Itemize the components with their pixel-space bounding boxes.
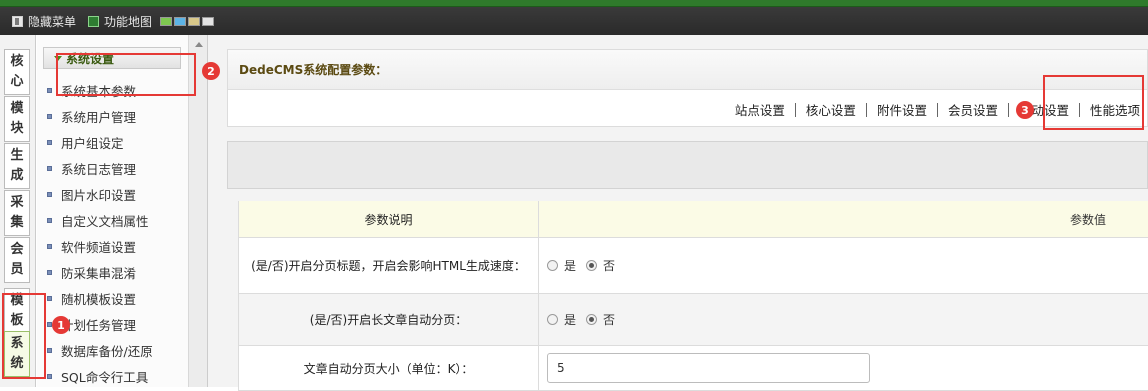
radio-yes-label: 是	[564, 259, 577, 273]
menu-item-anti-collect[interactable]: 防采集串混淆	[47, 259, 153, 285]
radio-no-label: 否	[603, 313, 616, 327]
param-description: (是/否)开启长文章自动分页：	[239, 294, 539, 345]
top-toolbar: 隐藏菜单 功能地图	[0, 7, 1148, 35]
function-map-button[interactable]: 功能地图	[88, 13, 152, 30]
vtab-generate[interactable]: 生成	[4, 143, 30, 189]
radio-no[interactable]	[586, 260, 598, 271]
theme-swatch-gray[interactable]	[202, 16, 215, 26]
bullet-icon	[47, 373, 52, 379]
highlight-box-system-tab	[2, 293, 46, 379]
menu-item-watermark[interactable]: 图片水印设置	[47, 181, 153, 207]
menu-item-channels[interactable]: 软件频道设置	[47, 233, 153, 259]
menu-item-label: 计划任务管理	[61, 317, 137, 333]
function-map-label: 功能地图	[104, 14, 153, 29]
menu-list: 系统基本参数 系统用户管理 用户组设定 系统日志管理 图片水印设置 自定义文档属…	[47, 77, 153, 389]
theme-swatch-tan[interactable]	[188, 16, 201, 26]
page-size-input[interactable]: 5	[547, 353, 870, 383]
vtab-module-char2: 块	[10, 121, 24, 136]
bullet-icon	[47, 347, 52, 353]
tab-attachment-settings[interactable]: 附件设置	[867, 100, 937, 119]
theme-swatches	[160, 16, 215, 26]
hide-menu-label: 隐藏菜单	[28, 14, 77, 29]
vtab-core-char2: 心	[10, 74, 24, 89]
bullet-icon	[47, 87, 52, 93]
menu-item-label: 图片水印设置	[61, 187, 137, 203]
menu-item-label: 用户组设定	[61, 135, 124, 151]
annotation-badge-2: 2	[202, 62, 220, 80]
bullet-icon	[47, 295, 52, 301]
radio-yes-label: 是	[564, 313, 577, 327]
bullet-icon	[47, 113, 52, 119]
radio-no[interactable]	[586, 314, 598, 325]
bullet-icon	[47, 191, 52, 197]
vtab-module[interactable]: 模块	[4, 96, 30, 142]
scroll-up-icon[interactable]	[195, 42, 203, 47]
param-description: 文章自动分页大小（单位：K）：	[239, 346, 539, 390]
menu-item-label: 防采集串混淆	[61, 265, 137, 281]
theme-swatch-green[interactable]	[160, 16, 173, 26]
bullet-icon	[47, 165, 52, 171]
bullet-icon	[47, 217, 52, 223]
menu-item-label: 系统用户管理	[61, 109, 137, 125]
param-value: 是 否	[539, 294, 1148, 345]
menu-item-doc-attrs[interactable]: 自定义文档属性	[47, 207, 153, 233]
menu-item-sql-tool[interactable]: SQL命令行工具	[47, 363, 153, 389]
highlight-box-performance-tab	[1043, 75, 1144, 130]
annotation-badge-1: 1	[52, 316, 70, 334]
radio-no-label: 否	[603, 259, 616, 273]
page-title: DedeCMS系统配置参数：	[228, 50, 1147, 90]
col-header-value: 参数值	[1069, 212, 1106, 227]
bullet-icon	[47, 269, 52, 275]
table-row: (是/否)开启分页标题，开启会影响HTML生成速度： 是 否	[239, 238, 1148, 294]
tab-content-header	[227, 141, 1148, 189]
hide-menu-button[interactable]: 隐藏菜单	[12, 13, 76, 30]
vtab-generate-char2: 成	[10, 168, 24, 183]
menu-item-label: 软件频道设置	[61, 239, 137, 255]
bullet-icon	[47, 243, 52, 249]
vtab-collect-char2: 集	[10, 215, 24, 230]
menu-item-random-template[interactable]: 随机模板设置	[47, 285, 153, 311]
vtab-member[interactable]: 会员	[4, 237, 30, 283]
table-row: 文章自动分页大小（单位：K）： 5	[239, 346, 1148, 391]
params-table: 参数说明 参数值 (是/否)开启分页标题，开启会影响HTML生成速度： 是 否 …	[238, 201, 1148, 391]
vtab-collect-char1: 采	[10, 195, 24, 210]
param-value: 是 否	[539, 238, 1148, 293]
grid-icon	[88, 15, 100, 27]
highlight-box-basic-params	[56, 53, 196, 96]
hide-menu-icon	[12, 15, 23, 27]
tab-core-settings[interactable]: 核心设置	[796, 100, 866, 119]
menu-item-logs[interactable]: 系统日志管理	[47, 155, 153, 181]
menu-item-label: 数据库备份/还原	[61, 343, 153, 359]
vtab-core-char1: 核	[10, 54, 24, 69]
theme-swatch-blue[interactable]	[174, 16, 187, 26]
menu-item-usergroups[interactable]: 用户组设定	[47, 129, 153, 155]
menu-item-db-backup[interactable]: 数据库备份/还原	[47, 337, 153, 363]
vtab-generate-char1: 生	[10, 148, 24, 163]
annotation-badge-3: 3	[1016, 101, 1034, 119]
param-value: 5	[539, 346, 1148, 390]
vtab-module-char1: 模	[10, 101, 24, 116]
bullet-icon	[47, 139, 52, 145]
vtab-member-char1: 会	[10, 242, 24, 257]
radio-yes[interactable]	[547, 314, 558, 325]
table-row: (是/否)开启长文章自动分页： 是 否	[239, 294, 1148, 346]
tab-site-settings[interactable]: 站点设置	[725, 100, 795, 119]
top-accent-bar	[0, 0, 1148, 7]
menu-item-label: 系统日志管理	[61, 161, 137, 177]
radio-yes[interactable]	[547, 260, 558, 271]
vtab-member-char2: 员	[10, 262, 24, 277]
main-content: DedeCMS系统配置参数： 站点设置 核心设置 附件设置 会员设置 互动设置 …	[208, 35, 1148, 391]
menu-item-label: SQL命令行工具	[61, 369, 149, 385]
table-header-row: 参数说明 参数值	[239, 201, 1148, 238]
config-card: DedeCMS系统配置参数： 站点设置 核心设置 附件设置 会员设置 互动设置 …	[227, 49, 1148, 127]
menu-item-label: 自定义文档属性	[61, 213, 149, 229]
tab-member-settings[interactable]: 会员设置	[938, 100, 1008, 119]
vtab-core[interactable]: 核心	[4, 49, 30, 95]
vtab-collect[interactable]: 采集	[4, 190, 30, 236]
param-description: (是/否)开启分页标题，开启会影响HTML生成速度：	[239, 238, 539, 293]
menu-item-users[interactable]: 系统用户管理	[47, 103, 153, 129]
col-header-description: 参数说明	[239, 201, 539, 237]
menu-item-label: 随机模板设置	[61, 291, 137, 307]
